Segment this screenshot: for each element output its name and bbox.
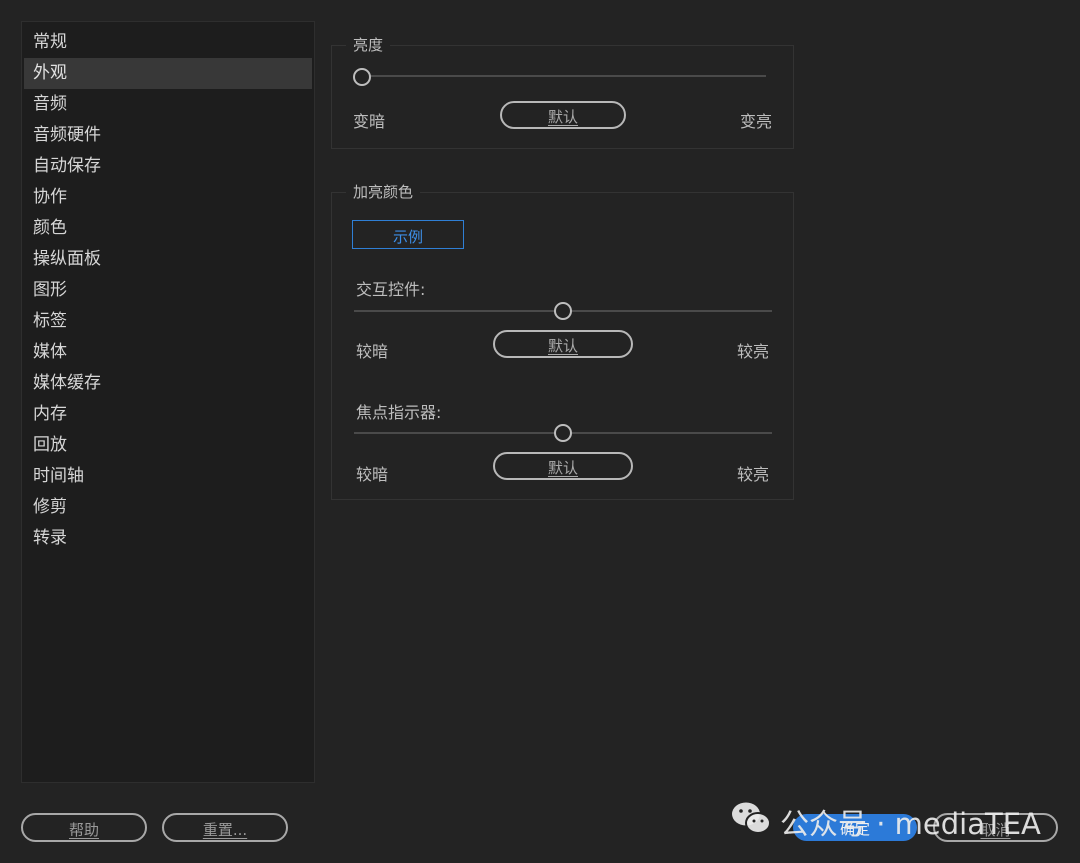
highlight-color-title: 加亮颜色 (346, 181, 421, 202)
focus-indicator-label: 焦点指示器: (356, 403, 442, 422)
sidebar-item-labels[interactable]: 标签 (24, 306, 312, 337)
highlight-sample-button[interactable]: 示例 (352, 220, 464, 249)
sidebar-item-media[interactable]: 媒体 (24, 337, 312, 368)
sidebar-item-trim[interactable]: 修剪 (24, 492, 312, 523)
sidebar-item-timeline[interactable]: 时间轴 (24, 461, 312, 492)
help-button[interactable]: 帮助 (21, 813, 147, 842)
sidebar-item-collaboration[interactable]: 协作 (24, 182, 312, 213)
brightness-dark-label: 变暗 (353, 112, 386, 131)
brightness-title: 亮度 (346, 34, 391, 55)
brightness-slider-track[interactable] (362, 75, 766, 77)
sidebar-item-transcription[interactable]: 转录 (24, 523, 312, 554)
sidebar-item-media-cache[interactable]: 媒体缓存 (24, 368, 312, 399)
preferences-dialog: 常规 外观 音频 音频硬件 自动保存 协作 颜色 操纵面板 图形 标签 媒体 媒… (0, 0, 1080, 863)
watermark-text: 公众号 · mediaTEA (780, 806, 1041, 841)
sidebar-item-audio-hardware[interactable]: 音频硬件 (24, 120, 312, 151)
sidebar-item-audio[interactable]: 音频 (24, 89, 312, 120)
sidebar-item-general[interactable]: 常规 (24, 27, 312, 58)
brightness-bright-label: 变亮 (740, 112, 773, 131)
watermark: 公众号 · mediaTEA (730, 800, 1041, 843)
interactive-controls-default-button[interactable]: 默认 (493, 330, 633, 358)
sidebar-item-control-surface[interactable]: 操纵面板 (24, 244, 312, 275)
focus-indicator-bright-label: 较亮 (737, 465, 770, 484)
sidebar-item-playback[interactable]: 回放 (24, 430, 312, 461)
focus-indicator-default-button[interactable]: 默认 (493, 452, 633, 480)
reset-button[interactable]: 重置... (162, 813, 288, 842)
interactive-controls-slider-thumb[interactable] (554, 302, 572, 320)
sidebar-item-appearance[interactable]: 外观 (24, 58, 312, 89)
sidebar-item-auto-save[interactable]: 自动保存 (24, 151, 312, 182)
category-list: 常规 外观 音频 音频硬件 自动保存 协作 颜色 操纵面板 图形 标签 媒体 媒… (21, 21, 315, 783)
brightness-default-button[interactable]: 默认 (500, 101, 626, 129)
interactive-controls-bright-label: 较亮 (737, 342, 770, 361)
brightness-slider-thumb[interactable] (353, 68, 371, 86)
sidebar-item-color[interactable]: 颜色 (24, 213, 312, 244)
interactive-controls-dark-label: 较暗 (356, 342, 389, 361)
brightness-group: 亮度 变暗 默认 变亮 (331, 34, 794, 149)
focus-indicator-slider-thumb[interactable] (554, 424, 572, 442)
sidebar-item-memory[interactable]: 内存 (24, 399, 312, 430)
focus-indicator-dark-label: 较暗 (356, 465, 389, 484)
wechat-icon (730, 800, 772, 843)
interactive-controls-label: 交互控件: (356, 280, 426, 299)
highlight-color-group: 加亮颜色 示例 交互控件: 较暗 默认 较亮 焦点指示器: 较暗 默认 较亮 (331, 181, 794, 500)
sidebar-item-graphics[interactable]: 图形 (24, 275, 312, 306)
